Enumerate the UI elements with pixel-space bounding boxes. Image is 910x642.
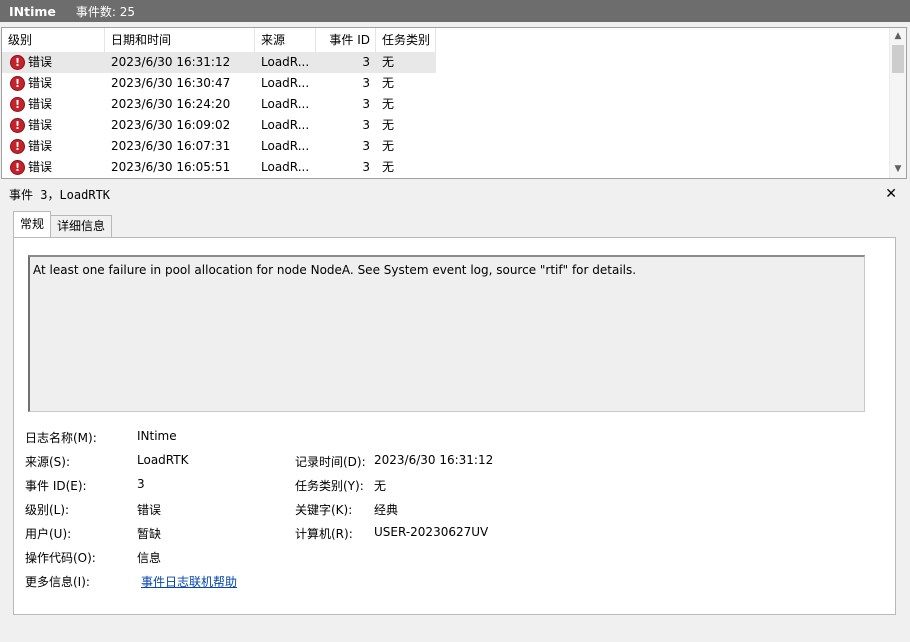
detail-tabs: 常规 详细信息	[13, 211, 113, 237]
event-id-cell: 3	[362, 118, 370, 132]
keywords-value: 经典	[374, 503, 399, 517]
task-category-value: 无	[374, 479, 387, 493]
task-cell: 无	[382, 76, 395, 90]
scroll-down-icon[interactable]: ▼	[890, 161, 906, 178]
level-text: 错误	[28, 97, 53, 111]
detail-title: 事件 3，LoadRTK	[9, 187, 111, 202]
level-text: 错误	[28, 139, 53, 153]
level-text: 错误	[28, 118, 53, 132]
source-label: 来源(S):	[25, 455, 71, 469]
level-cell: ! 错误	[2, 136, 105, 157]
tab-details[interactable]: 详细信息	[50, 215, 113, 237]
tab-general[interactable]: 常规	[13, 211, 52, 237]
event-description[interactable]: At least one failure in pool allocation …	[28, 255, 865, 412]
datetime-cell: 2023/6/30 16:09:02	[111, 118, 231, 132]
close-icon[interactable]: ✕	[885, 186, 897, 202]
log-name: INtime	[9, 3, 56, 19]
logged-label: 记录时间(D):	[295, 455, 366, 469]
task-cell: 无	[382, 160, 395, 174]
source-cell: LoadR...	[261, 55, 310, 69]
keywords-label: 关键字(K):	[295, 503, 353, 517]
error-icon: !	[10, 139, 25, 154]
column-header-source[interactable]: 来源	[255, 28, 316, 52]
level-cell: ! 错误	[2, 73, 105, 94]
log-name-label: 日志名称(M):	[25, 431, 97, 445]
opcode-label: 操作代码(O):	[25, 551, 96, 565]
list-header: 级别 日期和时间 来源 事件 ID 任务类别	[2, 28, 436, 52]
datetime-cell: 2023/6/30 16:31:12	[111, 55, 231, 69]
event-row[interactable]: ! 错误 2023/6/30 16:30:47 LoadR... 3 无	[2, 73, 436, 94]
general-tab-panel: At least one failure in pool allocation …	[13, 237, 896, 615]
event-id-cell: 3	[362, 139, 370, 153]
event-id-value: 3	[137, 477, 145, 491]
column-header-level[interactable]: 级别	[2, 28, 105, 52]
computer-value: USER-20230627UV	[374, 525, 489, 539]
error-icon: !	[10, 97, 25, 112]
task-cell: 无	[382, 97, 395, 111]
scroll-thumb[interactable]	[892, 45, 904, 73]
column-header-task-category[interactable]: 任务类别	[376, 28, 436, 52]
error-icon: !	[10, 160, 25, 175]
source-cell: LoadR...	[261, 76, 310, 90]
event-id-cell: 3	[362, 160, 370, 174]
log-name-value: INtime	[137, 429, 177, 443]
level-cell: ! 错误	[2, 52, 105, 73]
event-row[interactable]: ! 错误 2023/6/30 16:09:02 LoadR... 3 无	[2, 115, 436, 136]
event-row-selected[interactable]: ! 错误 2023/6/30 16:31:12 LoadR... 3 无	[2, 52, 436, 73]
event-row[interactable]: ! 错误 2023/6/30 16:05:51 LoadR... 3 无	[2, 157, 436, 178]
error-icon: !	[10, 118, 25, 133]
event-id-cell: 3	[362, 97, 370, 111]
user-value: 暂缺	[137, 527, 162, 541]
task-category-label: 任务类别(Y):	[295, 479, 364, 493]
datetime-cell: 2023/6/30 16:07:31	[111, 139, 231, 153]
event-id-cell: 3	[362, 76, 370, 90]
event-row[interactable]: ! 错误 2023/6/30 16:24:20 LoadR... 3 无	[2, 94, 436, 115]
task-cell: 无	[382, 139, 395, 153]
level-text: 错误	[28, 76, 53, 90]
level-value: 错误	[137, 503, 162, 517]
level-cell: ! 错误	[2, 94, 105, 115]
level-cell: ! 错误	[2, 157, 105, 178]
logged-value: 2023/6/30 16:31:12	[374, 453, 494, 467]
source-cell: LoadR...	[261, 118, 310, 132]
scroll-up-icon[interactable]: ▲	[890, 28, 906, 45]
datetime-cell: 2023/6/30 16:24:20	[111, 97, 231, 111]
user-label: 用户(U):	[25, 527, 72, 541]
source-value: LoadRTK	[137, 453, 189, 467]
column-header-event-id[interactable]: 事件 ID	[316, 28, 376, 52]
task-cell: 无	[382, 118, 395, 132]
computer-label: 计算机(R):	[295, 527, 353, 541]
level-text: 错误	[28, 55, 53, 69]
online-help-link[interactable]: 事件日志联机帮助	[141, 573, 237, 590]
error-icon: !	[10, 76, 25, 91]
source-cell: LoadR...	[261, 139, 310, 153]
source-cell: LoadR...	[261, 97, 310, 111]
error-icon: !	[10, 55, 25, 70]
list-scrollbar[interactable]: ▲ ▼	[889, 28, 906, 178]
level-text: 错误	[28, 160, 53, 174]
column-header-datetime[interactable]: 日期和时间	[105, 28, 255, 52]
opcode-value: 信息	[137, 551, 162, 565]
datetime-cell: 2023/6/30 16:30:47	[111, 76, 231, 90]
detail-header: 事件 3，LoadRTK ✕	[0, 183, 910, 205]
task-cell: 无	[382, 55, 395, 69]
event-id-cell: 3	[362, 55, 370, 69]
source-cell: LoadR...	[261, 160, 310, 174]
event-list[interactable]: 级别 日期和时间 来源 事件 ID 任务类别 ! 错误 2023/6/30 16…	[1, 27, 907, 179]
event-row[interactable]: ! 错误 2023/6/30 16:07:31 LoadR... 3 无	[2, 136, 436, 157]
datetime-cell: 2023/6/30 16:05:51	[111, 160, 231, 174]
log-titlebar: INtime 事件数: 25	[0, 0, 910, 22]
event-count: 事件数: 25	[75, 4, 136, 19]
more-info-label: 更多信息(I):	[25, 575, 90, 589]
level-label: 级别(L):	[25, 503, 70, 517]
event-id-label: 事件 ID(E):	[25, 479, 87, 493]
level-cell: ! 错误	[2, 115, 105, 136]
event-rows: ! 错误 2023/6/30 16:31:12 LoadR... 3 无 ! 错…	[2, 52, 890, 178]
